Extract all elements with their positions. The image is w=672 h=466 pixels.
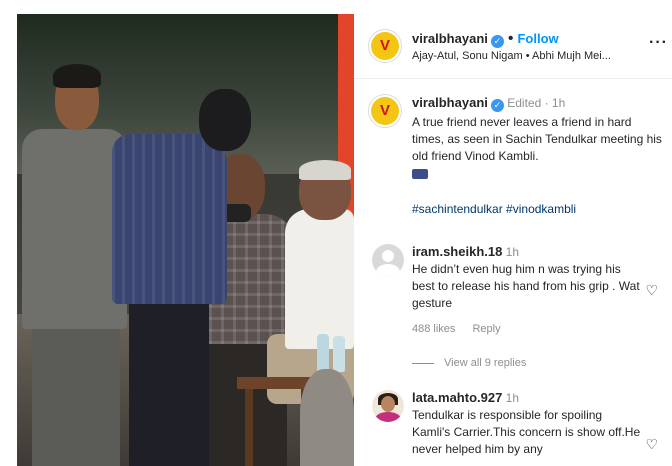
avatar-logo: V <box>379 37 390 54</box>
photo-person-standing <box>112 134 227 304</box>
caption-username[interactable]: viralbhayani <box>412 95 488 110</box>
commenter-avatar[interactable] <box>372 390 404 422</box>
photo-person-right-hair <box>299 160 351 180</box>
avatar-clothing <box>375 412 401 422</box>
photo-person-standing-legs <box>129 299 209 466</box>
avatar-logo: V <box>379 102 390 119</box>
post-header: V viralbhayani ✓ • Follow Ajay-Atul, Sonu N… <box>354 14 672 79</box>
author-avatar[interactable]: V <box>368 29 402 63</box>
author-username[interactable]: viralbhayani <box>412 31 488 46</box>
comment-time: 1h <box>505 391 520 405</box>
caption-text: A true friend never leaves a friend in h… <box>412 115 662 163</box>
separator-dot: • <box>507 30 514 47</box>
photo-water-bottle <box>333 336 345 372</box>
comment-time: 1h <box>505 245 520 259</box>
more-options-icon[interactable]: ··· <box>649 34 668 52</box>
avatar-shoulders <box>376 264 400 276</box>
view-replies-button[interactable]: View all 9 replies <box>412 357 526 369</box>
comment-username[interactable]: lata.mahto.927 <box>412 390 502 405</box>
caption-time[interactable]: 1h <box>552 96 565 110</box>
verified-badge-icon: ✓ <box>490 35 504 48</box>
post-photo[interactable] <box>17 14 354 466</box>
photo-person-guard-hair <box>53 64 101 88</box>
photo-person-right <box>285 209 354 349</box>
post-side-panel: V viralbhayani ✓ • Follow Ajay-Atul, Sonu N… <box>354 14 672 466</box>
comment-username[interactable]: iram.sheikh.18 <box>412 244 502 259</box>
view-replies-line <box>412 362 434 364</box>
comment-text: Tendulkar is responsible for spoiling Ka… <box>412 408 641 456</box>
comment-likes[interactable]: 488 likes <box>412 323 455 335</box>
caption-hashtags[interactable]: #sachintendulkar #vinodkambli <box>412 202 576 216</box>
commenter-avatar-default[interactable] <box>372 244 404 276</box>
caption-author-avatar[interactable]: V <box>368 94 402 128</box>
heart-icon[interactable]: ♡ <box>645 436 658 453</box>
photo-person-standing-head <box>199 89 251 151</box>
photo-person-guard <box>32 314 120 466</box>
comment: iram.sheikh.18 1h He didn’t even hug him… <box>412 243 642 312</box>
avatar-head <box>382 250 394 262</box>
comment-meta: 488 likes Reply <box>412 323 515 335</box>
heart-icon[interactable]: ♡ <box>645 282 658 299</box>
sachin-emoji-icon <box>412 169 428 179</box>
photo-water-bottle <box>317 334 329 372</box>
comment-text: He didn’t even hug him n was trying his … <box>412 262 640 310</box>
follow-button[interactable]: Follow <box>517 31 558 46</box>
verified-badge-icon: ✓ <box>490 99 504 112</box>
caption-edited: Edited <box>507 96 542 110</box>
avatar-face <box>381 396 395 412</box>
comment: lata.mahto.927 1h Tendulkar is responsib… <box>412 389 642 458</box>
caption: viralbhayani ✓ Edited · 1h A true friend … <box>412 94 662 184</box>
audio-subtitle[interactable]: Ajay-Atul, Sonu Nigam • Abhi Mujh Mei... <box>412 50 611 62</box>
photo-person-foreground <box>300 369 354 466</box>
photo-table-leg <box>245 389 253 466</box>
view-replies-label: View all 9 replies <box>444 357 527 369</box>
reply-button[interactable]: Reply <box>472 323 500 335</box>
author-name-row: viralbhayani ✓ • Follow <box>412 30 559 48</box>
separator-dot: · <box>541 96 552 110</box>
